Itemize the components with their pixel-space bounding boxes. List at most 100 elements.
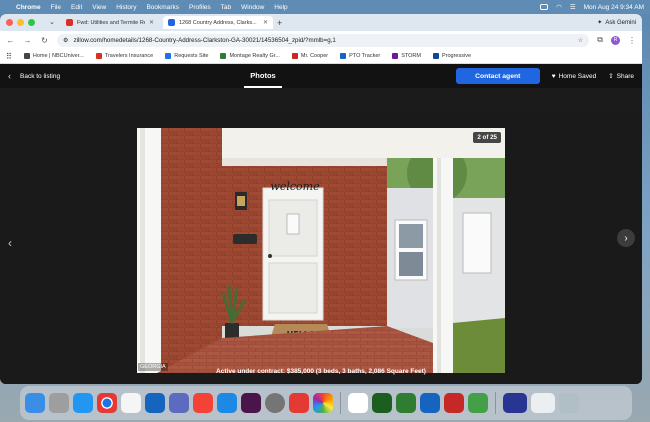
bookmark-travelers[interactable]: Travelers Insurance [95, 53, 154, 59]
bookmark-star-icon[interactable]: ☆ [578, 37, 584, 44]
menu-tab[interactable]: Tab [221, 4, 231, 11]
tab-title: 1268 Country Address, Clarks... [179, 19, 257, 26]
control-center-icon[interactable]: ☰ [570, 3, 576, 11]
bookmark-label: Progressive [441, 53, 472, 59]
outlook-icon[interactable] [145, 393, 165, 413]
more-menu-icon[interactable]: ⋮ [628, 36, 636, 45]
excel-icon[interactable] [396, 393, 416, 413]
bookmark-label: STORM [401, 53, 421, 59]
dock-separator [340, 392, 341, 414]
bookmark-favicon [23, 53, 30, 59]
safari-icon[interactable] [73, 393, 93, 413]
trash-icon[interactable] [559, 393, 579, 413]
home-saved-label: Home Saved [558, 72, 597, 80]
acrobat-icon[interactable] [444, 393, 464, 413]
reminders-icon[interactable] [121, 393, 141, 413]
bookmark-montage[interactable]: Montage Realty Gr... [220, 53, 280, 59]
app-store-icon[interactable] [217, 393, 237, 413]
bookmark-nbcuniversal[interactable]: Home | NBCUniver... [23, 53, 84, 59]
clock[interactable]: Mon Aug 24 9:34 AM [584, 4, 644, 11]
ask-gemini-label: Ask Gemini [605, 19, 636, 26]
bookmark-label: Requests Site [174, 53, 209, 59]
menu-bar: Chrome File Edit View History Bookmarks … [0, 0, 650, 14]
system-settings-icon[interactable] [265, 393, 285, 413]
zillow-icon [168, 19, 175, 26]
close-tab-icon[interactable]: ✕ [263, 19, 268, 26]
close-window-button[interactable] [6, 19, 13, 26]
window-controls [6, 19, 35, 26]
menu-history[interactable]: History [116, 4, 136, 11]
menu-edit[interactable]: Edit [71, 4, 82, 11]
bookmark-favicon [220, 53, 227, 59]
menu-help[interactable]: Help [274, 4, 287, 11]
back-arrow-icon[interactable]: ← [6, 36, 15, 45]
home-saved-button[interactable]: ♥ Home Saved [552, 73, 596, 80]
bookmark-favicon [392, 53, 399, 59]
wifi-icon[interactable]: ◠ [556, 3, 562, 11]
slack-icon[interactable] [241, 393, 261, 413]
new-tab-button[interactable]: + [277, 18, 287, 28]
menu-view[interactable]: View [92, 4, 106, 11]
browser-window: ⌄ Fwd: Utilities and Termite Re... ✕ 126… [0, 14, 642, 384]
gemini-icon: ✦ [597, 20, 603, 26]
heart-icon: ♥ [551, 72, 556, 80]
screen-preview-icon[interactable] [503, 393, 527, 413]
tab-zillow[interactable]: 1268 Country Address, Clarks... ✕ [163, 16, 273, 29]
gmail-icon [66, 19, 73, 26]
chrome-icon[interactable] [97, 393, 117, 413]
tab-bar: ⌄ Fwd: Utilities and Termite Re... ✕ 126… [0, 14, 642, 31]
bookmark-favicon [432, 53, 439, 59]
bookmark-storm[interactable]: STORM [392, 53, 421, 59]
launchpad-icon[interactable] [49, 393, 69, 413]
share-button[interactable]: ⇪ Share [608, 72, 634, 81]
menu-window[interactable]: Window [241, 4, 264, 11]
previous-photo-button[interactable]: ‹ [8, 236, 12, 250]
menu-file[interactable]: File [51, 4, 61, 11]
photo-stage: ‹ › welcome 2 of 25 GEORGIA Active under… [0, 114, 642, 384]
bookmark-progressive[interactable]: Progressive [432, 53, 472, 59]
tab-search-icon[interactable]: ⌄ [47, 18, 57, 28]
finder-icon[interactable] [25, 393, 45, 413]
listing-caption: Active under contract: $385,000 (3 beds,… [216, 368, 426, 375]
bookmark-requests[interactable]: Requests Site [165, 53, 208, 59]
back-to-listing-label: Back to listing [20, 72, 61, 80]
menu-app-name[interactable]: Chrome [16, 4, 41, 11]
next-photo-button[interactable]: › [617, 229, 635, 247]
zoom-window-button[interactable] [28, 19, 35, 26]
bookmark-mr-cooper[interactable]: Mr. Cooper [291, 53, 328, 59]
ask-gemini-button[interactable]: ✦ Ask Gemini [597, 19, 636, 27]
bookmarks-bar: ⠿ Home | NBCUniver... Travelers Insuranc… [0, 49, 642, 64]
forward-arrow-icon[interactable]: → [23, 36, 32, 45]
news-icon[interactable] [193, 393, 213, 413]
reload-icon[interactable]: ↻ [40, 36, 49, 45]
zoom-icon[interactable] [289, 393, 309, 413]
tab-gmail[interactable]: Fwd: Utilities and Termite Re... ✕ [61, 16, 159, 29]
minimize-window-button[interactable] [17, 19, 24, 26]
contact-agent-button[interactable]: Contact agent [455, 68, 540, 84]
window-preview-icon[interactable] [531, 393, 555, 413]
dock-separator [495, 392, 496, 414]
numbers-icon[interactable] [372, 393, 392, 413]
bookmark-label: Home | NBCUniver... [32, 53, 84, 59]
close-tab-icon[interactable]: ✕ [149, 19, 154, 26]
apps-grid-icon[interactable]: ⠿ [6, 52, 12, 61]
listing-photo[interactable]: welcome HELLO [137, 128, 505, 373]
menu-bookmarks[interactable]: Bookmarks [146, 4, 179, 11]
share-label: Share [616, 72, 634, 80]
tab-photos[interactable]: Photos [244, 64, 282, 88]
battery-icon[interactable] [540, 4, 549, 10]
address-bar[interactable]: ⚙ zillow.com/homedetails/1268-Country-Ad… [57, 33, 590, 47]
back-to-listing-link[interactable]: ‹ Back to listing [8, 71, 60, 81]
teams-icon[interactable] [169, 393, 189, 413]
bookmark-pto-tracker[interactable]: PTO Tracker [340, 53, 380, 59]
word-icon[interactable] [420, 393, 440, 413]
profile-avatar[interactable]: R [611, 35, 620, 45]
calendar-icon[interactable] [348, 393, 368, 413]
bookmark-label: Travelers Insurance [104, 53, 154, 59]
menu-profiles[interactable]: Profiles [189, 4, 211, 11]
tab-title: Fwd: Utilities and Termite Re... [77, 19, 145, 26]
extensions-icon[interactable]: ⧉ [597, 35, 603, 45]
photos-icon[interactable] [313, 393, 333, 413]
messages-icon[interactable] [468, 393, 488, 413]
site-info-icon[interactable]: ⚙ [63, 37, 69, 44]
